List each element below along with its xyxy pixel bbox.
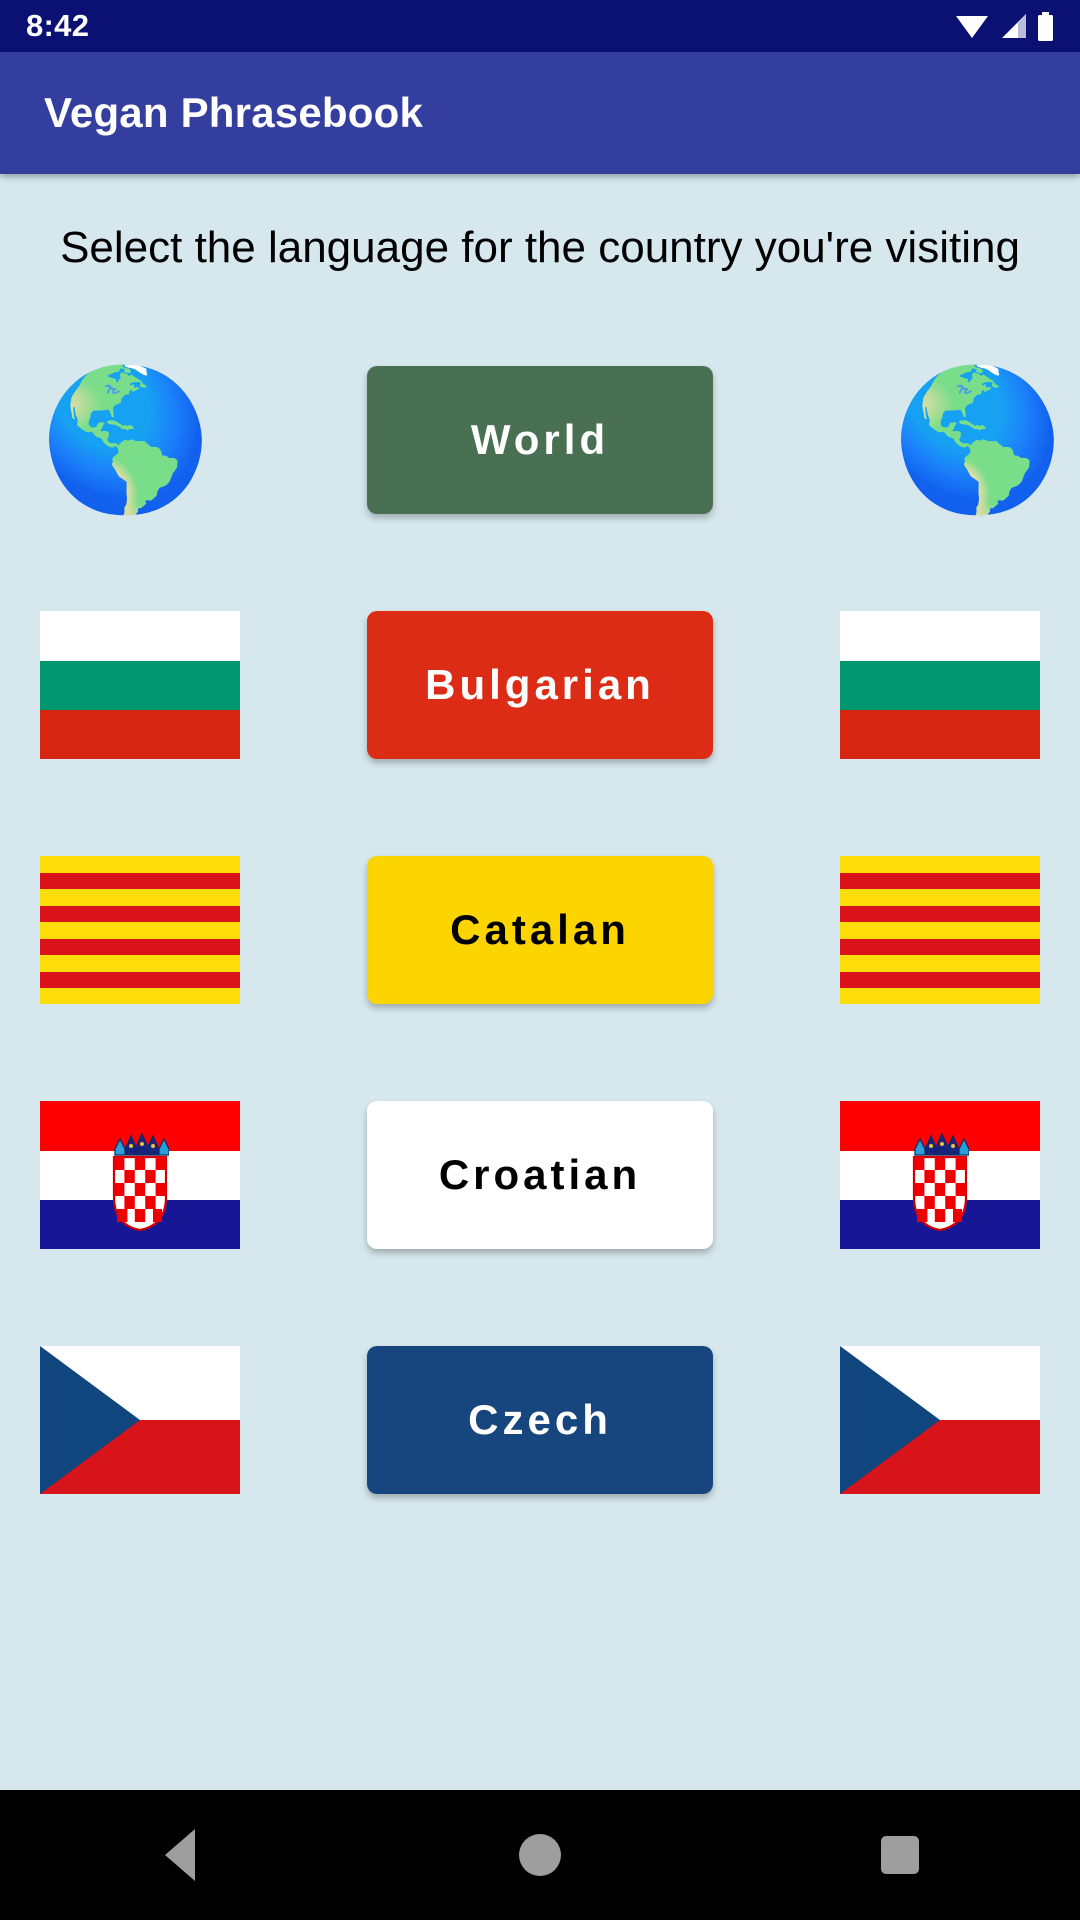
croatia-coat-of-arms-icon [912,1132,969,1231]
recents-square-icon [881,1836,919,1874]
signal-icon [1002,14,1026,38]
app-screen: 8:42 Vegan Phrasebook Select the languag… [0,0,1080,1920]
czechia-flag-icon-right [840,1346,1040,1495]
prompt-text: Select the language for the country you'… [60,223,1020,272]
main-content: Select the language for the country you'… [0,174,1080,1790]
language-button-catalan[interactable]: Catalan [367,856,713,1005]
croatia-flag-icon-left [40,1101,240,1250]
catalonia-flag-icon-right [840,856,1040,1005]
language-button-czech[interactable]: Czech [367,1346,713,1495]
status-bar: 8:42 [0,0,1080,52]
catalonia-flag-icon-left [40,856,240,1005]
status-icons [955,11,1054,41]
home-button[interactable] [465,1790,615,1920]
system-navigation-bar [0,1790,1080,1920]
language-row-czech: Czech [0,1298,1080,1543]
language-button-bulgarian[interactable]: Bulgarian [367,611,713,760]
wifi-icon [956,16,988,38]
back-button[interactable] [105,1790,255,1920]
language-button-world[interactable]: World [367,366,713,515]
home-circle-icon [519,1834,561,1876]
back-triangle-icon [165,1829,195,1881]
page-title: Vegan Phrasebook [44,89,424,136]
language-button-croatian[interactable]: Croatian [367,1101,713,1250]
bulgaria-flag-icon-left [40,611,240,760]
globe-icon-right: 🌎 [892,363,1064,518]
battery-icon [1038,11,1053,41]
language-row-croatian: Croatian [0,1053,1080,1298]
globe-icon-left: 🌎 [40,363,212,518]
bulgaria-flag-icon-right [840,611,1040,760]
status-time: 8:42 [26,8,90,43]
recents-button[interactable] [825,1790,975,1920]
croatia-coat-of-arms-icon [112,1132,169,1231]
language-row-world: 🌎 World 🌎 [0,318,1080,563]
language-row-catalan: Catalan [0,808,1080,1053]
croatia-flag-icon-right [840,1101,1040,1250]
language-row-bulgarian: Bulgarian [0,563,1080,808]
language-list: 🌎 World 🌎 Bulgarian Catalan Croatian Cze… [0,318,1080,1543]
czechia-flag-icon-left [40,1346,240,1495]
app-bar: Vegan Phrasebook [0,52,1080,174]
